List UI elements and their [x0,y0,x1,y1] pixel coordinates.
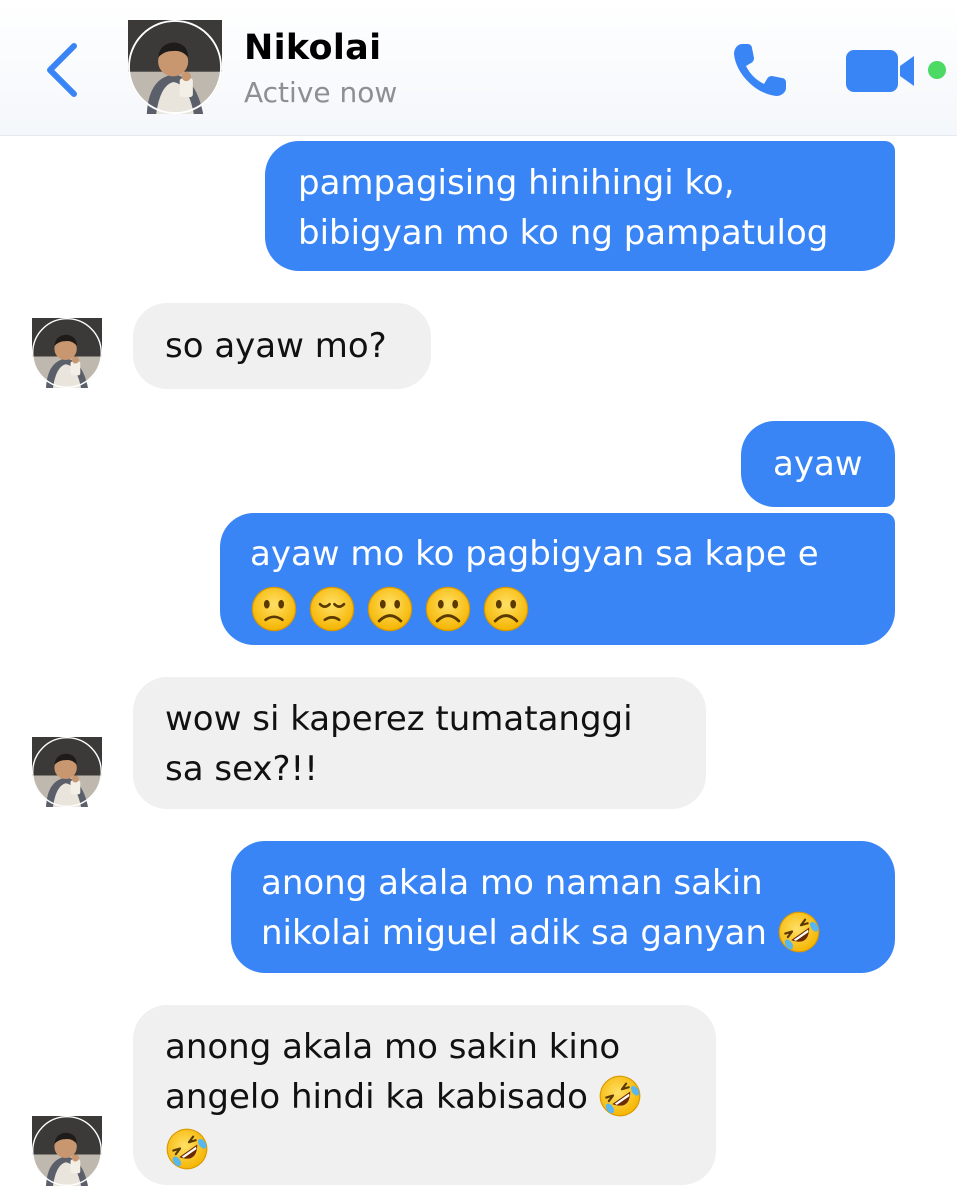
audio-call-button[interactable] [728,38,792,102]
slightly-frowning-face-icon [250,585,298,633]
phone-icon [734,44,786,96]
message-line: angelo hindi ka kabisado [165,1077,588,1117]
emoji-row [250,585,865,633]
message-bubble-outgoing[interactable]: pampagising hinihingi ko, bibigyan mo ko… [265,141,895,271]
message-bubble-incoming[interactable]: wow si kaperez tumatanggi sa sex?!! [133,677,706,809]
message-line: ayaw mo ko pagbigyan sa kape e [250,534,819,574]
contact-avatar-small[interactable] [32,1116,102,1186]
message-bubble-outgoing[interactable]: anong akala mo naman sakin nikolai migue… [231,841,895,973]
message-line: wow si kaperez tumatanggi [165,699,633,739]
message-line: anong akala mo sakin kino [165,1027,621,1067]
rolling-on-floor-laughing-icon [777,910,821,954]
message-line-wrap: nikolai miguel adik sa ganyan [261,908,865,958]
frowning-face-icon [366,585,414,633]
message-bubble-outgoing[interactable]: ayaw mo ko pagbigyan sa kape e [220,513,895,645]
message-line: nikolai miguel adik sa ganyan [261,913,767,953]
message-bubble-incoming[interactable]: anong akala mo sakin kino angelo hindi k… [133,1005,716,1185]
rolling-on-floor-laughing-icon [598,1074,642,1118]
rolling-on-floor-laughing-icon [165,1127,209,1171]
message-bubble-incoming[interactable]: so ayaw mo? [133,303,431,389]
message-line: ayaw [773,444,863,484]
message-bubble-outgoing[interactable]: ayaw [741,421,895,507]
contact-avatar-small[interactable] [32,737,102,807]
contact-status: Active now [244,76,398,109]
message-line: pampagising hinihingi ko, [298,163,735,203]
video-call-button[interactable] [846,46,948,96]
chat-header: Nikolai Active now [0,0,957,136]
video-camera-icon [846,50,946,92]
message-line: anong akala mo naman sakin [261,863,763,903]
frowning-face-icon [482,585,530,633]
disappointed-face-icon [308,585,356,633]
frowning-face-icon [424,585,472,633]
message-line-wrap: angelo hindi ka kabisado [165,1072,684,1122]
chevron-left-icon [47,43,77,97]
message-line-wrap [165,1122,684,1172]
message-line: so ayaw mo? [165,326,387,366]
contact-name[interactable]: Nikolai [244,28,381,68]
contact-avatar[interactable] [128,20,222,114]
online-dot-icon [928,61,946,79]
back-button[interactable] [40,38,86,102]
contact-avatar-small[interactable] [32,318,102,388]
message-line: bibigyan mo ko ng pampatulog [298,213,829,253]
message-line: sa sex?!! [165,749,318,789]
